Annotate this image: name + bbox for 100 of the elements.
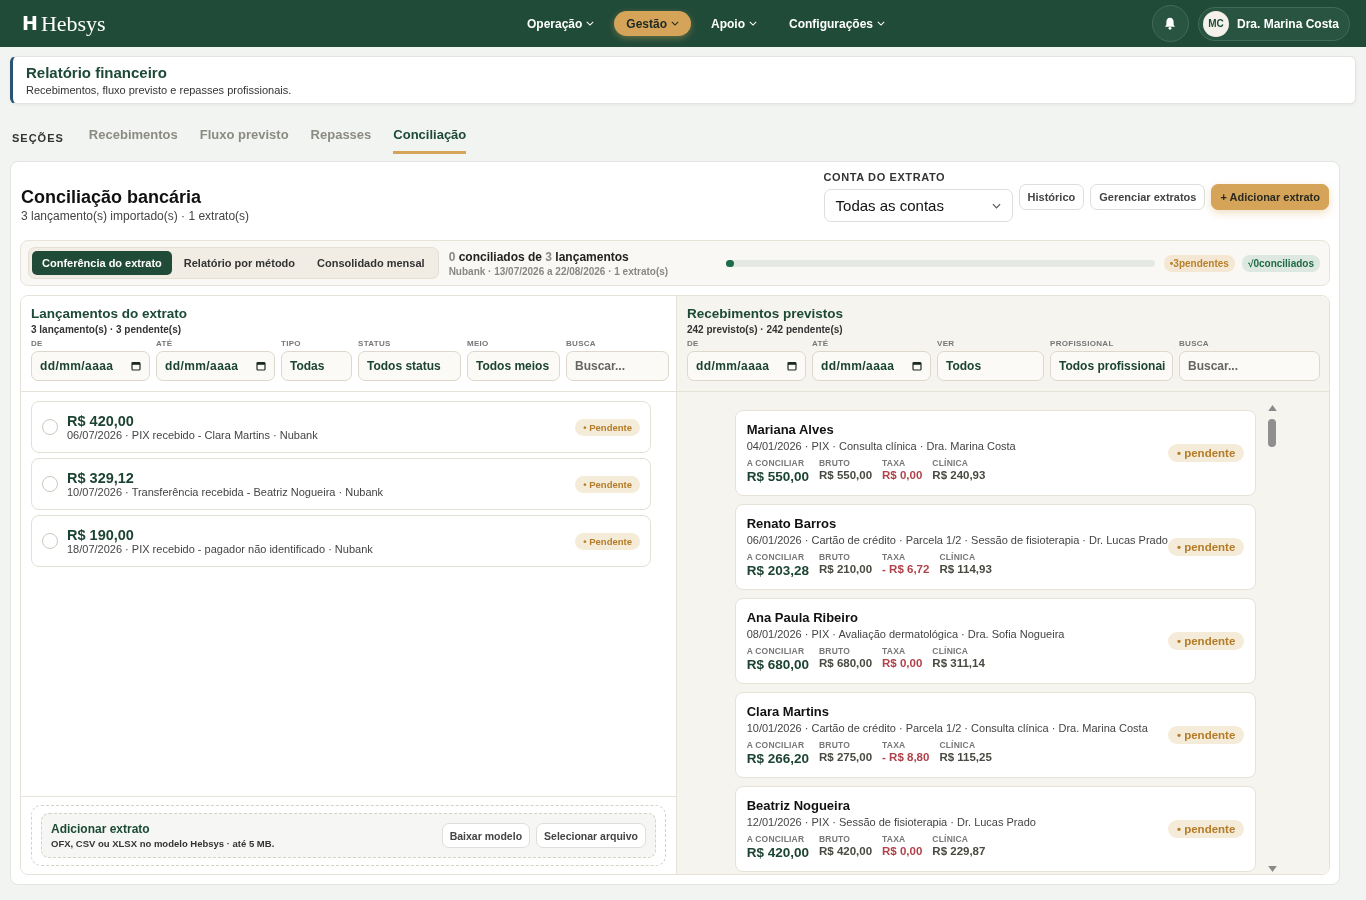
entry-details: 10/07/2026 · Transferência recebida - Beatriz Nogueira · Nubank xyxy=(67,486,385,498)
view-tab[interactable]: Relatório por método xyxy=(173,251,306,275)
receipt-details: 04/01/2026 · PIX · Consulta clínica · Dra. Marina Costa xyxy=(746,440,1016,452)
entry-details: 06/07/2026 · PIX recebido - Clara Martins · Nubank xyxy=(67,429,319,441)
upload-title: Adicionar extrato xyxy=(51,822,151,836)
date-field[interactable]: dd/mm/aaaa xyxy=(687,351,806,381)
action-button[interactable]: + Adicionar extrato xyxy=(1211,183,1329,210)
value-label: CLÍNICA xyxy=(932,646,970,656)
value-amount: R$ 210,00 xyxy=(819,563,873,575)
expected-receipt-card[interactable]: Renato Barros 06/01/2026 · Cartão de crédito · Parcela 1/2 · Sessão de fisioterapia · Dr. Lucas Prado A CONCILIAR R$ 203,28 BRUTO R$ 210,00 TAXA - R$ 6,72 CLÍNICA R$ 114,93 • pendente xyxy=(734,504,1257,590)
value-amount: R$ 420,00 xyxy=(746,845,809,860)
section-subtitle: 3 lançamento(s) importado(s) · 1 extrato(s) xyxy=(21,209,250,223)
value-label: A CONCILIAR xyxy=(746,834,806,844)
value-amount: R$ 114,93 xyxy=(939,563,992,575)
account-label: CONTA DO EXTRATO xyxy=(823,171,947,183)
nav-menu-item[interactable]: Gestão xyxy=(614,11,691,36)
status-count-badge: •3pendentes xyxy=(1163,254,1235,272)
patient-name: Renato Barros xyxy=(746,516,838,531)
section-tab[interactable]: Conciliação xyxy=(393,127,467,154)
view-tab[interactable]: Conferência do extrato xyxy=(32,251,172,275)
date-field[interactable]: dd/mm/aaaa xyxy=(156,351,275,381)
value-amount: R$ 680,00 xyxy=(819,657,873,669)
panel-title: Lançamentos do extrato xyxy=(31,306,189,321)
radio-button[interactable] xyxy=(42,419,58,435)
date-field[interactable]: dd/mm/aaaa xyxy=(812,351,931,381)
statement-entry-card[interactable]: R$ 190,00 18/07/2026 · PIX recebido - pagador não identificado · Nubank • Pendente xyxy=(31,515,651,567)
receipt-details: 12/01/2026 · PIX · Sessão de fisioterapia · Dr. Lucas Prado xyxy=(746,816,1036,828)
filter-label: PROFISSIONAL xyxy=(1050,339,1115,348)
panel-subtitle: 3 lançamento(s) · 3 pendente(s) xyxy=(31,324,183,335)
value-amount: R$ 115,25 xyxy=(939,751,992,763)
filter-label: BUSCA xyxy=(1179,339,1210,348)
action-button[interactable]: Gerenciar extratos xyxy=(1090,183,1206,210)
account-select[interactable]: Todas as contas xyxy=(823,189,1013,222)
patient-name: Clara Martins xyxy=(746,704,831,719)
notifications-button[interactable] xyxy=(1151,5,1189,42)
date-field[interactable]: dd/mm/aaaa xyxy=(31,351,150,381)
view-tab[interactable]: Consolidado mensal xyxy=(307,251,435,275)
value-label: A CONCILIAR xyxy=(746,740,806,750)
expected-receipt-card[interactable]: Ana Paula Ribeiro 08/01/2026 · PIX · Avaliação dermatológica · Dra. Sofia Nogueira A CONCILIAR R$ 680,00 BRUTO R$ 680,00 TAXA R$ 0,00 CLÍNICA R$ 311,14 • pendente xyxy=(734,598,1257,684)
panel-subtitle: 242 previsto(s) · 242 pendente(s) xyxy=(687,324,844,335)
scroll-down-icon[interactable] xyxy=(1267,866,1277,872)
filter-label: DE xyxy=(687,339,700,348)
expected-receipt-card[interactable]: Beatriz Nogueira 12/01/2026 · PIX · Sessão de fisioterapia · Dr. Lucas Prado A CONCILIAR R$ 420,00 BRUTO R$ 420,00 TAXA R$ 0,00 CLÍNICA R$ 229,87 • pendente xyxy=(734,786,1257,872)
upload-dropzone[interactable]: Adicionar extrato OFX, CSV ou XLSX no modelo Hebsys · até 5 MB. Baixar modelo Selecionar arquivo xyxy=(31,805,666,866)
calendar-icon xyxy=(912,361,922,371)
value-amount: R$ 0,00 xyxy=(882,469,923,481)
radio-button[interactable] xyxy=(42,533,58,549)
chevron-down-icon xyxy=(749,21,757,26)
filter-label: STATUS xyxy=(358,339,392,348)
value-amount: R$ 240,93 xyxy=(932,469,986,481)
select-field[interactable]: Todas xyxy=(281,351,352,381)
value-amount: - R$ 8,80 xyxy=(882,751,930,763)
select-field[interactable]: Todos profissionai xyxy=(1050,351,1173,381)
nav-menu-item[interactable]: Configurações xyxy=(777,11,898,36)
value-amount: R$ 680,00 xyxy=(746,657,809,672)
statement-entry-card[interactable]: R$ 329,12 10/07/2026 · Transferência recebida - Beatriz Nogueira · Nubank • Pendente xyxy=(31,458,651,510)
value-label: BRUTO xyxy=(819,552,852,562)
search-field[interactable]: Buscar... xyxy=(1179,351,1320,381)
patient-name: Beatriz Nogueira xyxy=(746,798,851,813)
status-badge: • pendente xyxy=(1167,444,1245,462)
panel-title: Recebimentos previstos xyxy=(687,306,845,321)
status-count-badge: √0conciliados xyxy=(1241,254,1320,272)
filter-label: BUSCA xyxy=(566,339,597,348)
nav-menu-item[interactable]: Operação xyxy=(514,11,607,36)
select-field[interactable]: Todos meios xyxy=(467,351,560,381)
status-badge: • Pendente xyxy=(575,475,640,493)
page-title: Relatório financeiro xyxy=(26,64,168,81)
user-menu-button[interactable]: MC Dra. Marina Costa xyxy=(1197,6,1350,41)
statement-entry-card[interactable]: R$ 420,00 06/07/2026 · PIX recebido - Clara Martins · Nubank • Pendente xyxy=(31,401,651,453)
receipt-details: 08/01/2026 · PIX · Avaliação dermatológica · Dra. Sofia Nogueira xyxy=(746,628,1065,640)
filter-label: VER xyxy=(937,339,956,348)
search-field[interactable]: Buscar... xyxy=(566,351,669,381)
scroll-up-icon[interactable] xyxy=(1267,405,1277,411)
scrollbar-thumb[interactable] xyxy=(1268,419,1277,447)
select-field[interactable]: Todos xyxy=(937,351,1044,381)
calendar-icon xyxy=(787,361,797,371)
nav-menu-item[interactable]: Apoio xyxy=(699,11,769,36)
filter-label: ATÉ xyxy=(156,339,174,348)
upload-button[interactable]: Baixar modelo xyxy=(441,823,531,848)
value-amount: R$ 420,00 xyxy=(819,845,873,857)
value-amount: R$ 311,14 xyxy=(932,657,985,669)
filter-label: DE xyxy=(31,339,44,348)
value-label: TAXA xyxy=(882,740,907,750)
entry-details: 18/07/2026 · PIX recebido - pagador não identificado · Nubank xyxy=(67,543,374,555)
logo-mark: H xyxy=(22,14,38,33)
reconciliation-count: 0 conciliados de 3 lançamentos xyxy=(448,249,630,264)
value-label: TAXA xyxy=(882,552,907,562)
statement-details: Nubank · 13/07/2026 a 22/08/2026 · 1 extrato(s) xyxy=(448,265,669,277)
upload-button[interactable]: Selecionar arquivo xyxy=(536,823,646,848)
value-amount: R$ 0,00 xyxy=(882,845,923,857)
entry-amount: R$ 190,00 xyxy=(67,527,135,543)
chevron-down-icon xyxy=(586,21,595,26)
action-button[interactable]: Histórico xyxy=(1018,183,1085,210)
radio-button[interactable] xyxy=(42,476,58,492)
chevron-down-icon xyxy=(877,21,886,26)
value-label: CLÍNICA xyxy=(939,740,977,750)
expected-receipt-card[interactable]: Clara Martins 10/01/2026 · Cartão de crédito · Parcela 1/2 · Consulta clínica · Dra. Marina Costa A CONCILIAR R$ 266,20 BRUTO R$ 275,00 TAXA - R$ 8,80 CLÍNICA R$ 115,25 • pendente xyxy=(734,692,1257,778)
select-field[interactable]: Todos status xyxy=(358,351,461,381)
expected-receipt-card[interactable]: Mariana Alves 04/01/2026 · PIX · Consulta clínica · Dra. Marina Costa A CONCILIAR R$ 550,00 BRUTO R$ 550,00 TAXA R$ 0,00 CLÍNICA R$ 240,93 • pendente xyxy=(734,410,1257,496)
status-badge: • pendente xyxy=(1167,820,1245,838)
